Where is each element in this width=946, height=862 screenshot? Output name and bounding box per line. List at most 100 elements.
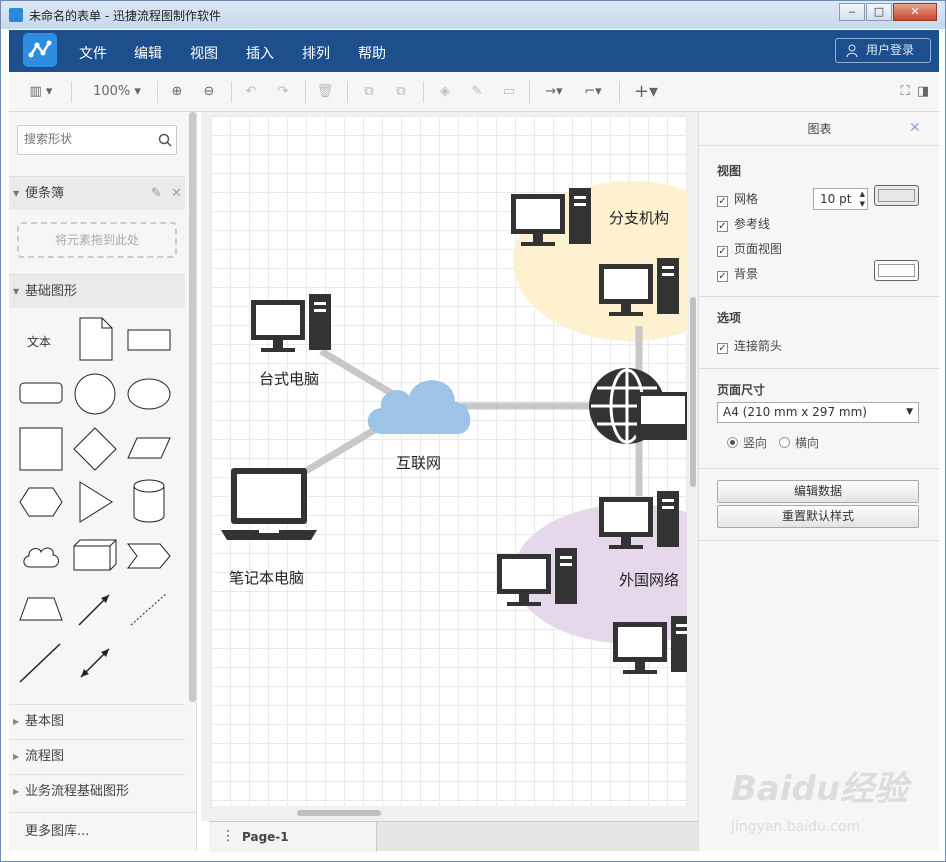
collapse-icon: ▼ <box>13 287 20 296</box>
shape-square[interactable] <box>19 427 63 471</box>
undo-icon[interactable]: ↶ <box>241 82 261 102</box>
landscape-radio[interactable]: 横向 <box>779 434 819 451</box>
shape-step[interactable] <box>127 543 171 569</box>
shape-ellipse[interactable] <box>127 378 171 410</box>
window-title: 未命名的表单 - 迅捷流程图制作软件 <box>29 9 221 23</box>
zoom-select[interactable]: 100% ▾ <box>87 82 147 102</box>
desktop-pc-icon <box>251 294 331 352</box>
label-laptop[interactable]: 笔记本电脑 <box>229 567 304 588</box>
menu-edit[interactable]: 编辑 <box>134 43 162 63</box>
shape-document[interactable] <box>79 317 113 361</box>
background-checkbox[interactable]: ✓ 背景 <box>717 265 758 282</box>
to-back-icon[interactable]: ⧉ <box>391 82 411 102</box>
library-basic[interactable]: ▶ 基本图 <box>9 704 185 739</box>
shape-cylinder[interactable] <box>133 479 165 523</box>
shape-circle[interactable] <box>73 372 117 416</box>
page-view-checkbox[interactable]: ✓ 页面视图 <box>717 240 782 257</box>
label-desktop[interactable]: 台式电脑 <box>259 368 319 389</box>
redo-icon[interactable]: ↷ <box>273 82 293 102</box>
menu-view[interactable]: 视图 <box>190 43 218 63</box>
menu-file[interactable]: 文件 <box>79 43 107 63</box>
minimize-button[interactable]: ‒ <box>839 3 865 21</box>
close-icon[interactable]: ✕ <box>909 120 921 136</box>
fill-color-icon[interactable]: ◈ <box>435 82 455 102</box>
shape-search[interactable] <box>17 125 177 155</box>
layout-panel-icon[interactable]: ▥ ▾ <box>23 82 59 102</box>
edit-icon[interactable]: ✎ <box>151 177 162 210</box>
watermark-url: jingyan.baidu.com <box>731 819 861 835</box>
shape-dotted-line[interactable] <box>129 591 169 627</box>
shape-bidirectional-arrow[interactable] <box>77 645 113 681</box>
login-button[interactable]: 用户登录 <box>835 38 931 63</box>
shape-arrow[interactable] <box>77 591 113 627</box>
insert-plus-icon[interactable]: +▾ <box>629 82 663 102</box>
format-panel-icon[interactable]: ◨ <box>915 82 931 102</box>
page-view-label: 页面视图 <box>734 242 783 256</box>
search-input[interactable] <box>24 132 149 146</box>
page-tab[interactable]: ⋮ Page-1 <box>209 822 377 852</box>
shape-triangle[interactable] <box>79 481 113 523</box>
menu-help[interactable]: 帮助 <box>358 43 386 63</box>
label-branch[interactable]: 分支机构 <box>609 207 669 228</box>
label-internet[interactable]: 互联网 <box>396 452 441 473</box>
close-icon[interactable]: ✕ <box>171 177 182 210</box>
maximize-button[interactable]: □ <box>866 3 892 21</box>
shape-diamond[interactable] <box>73 427 117 471</box>
menu-insert[interactable]: 插入 <box>246 43 274 63</box>
search-icon[interactable] <box>158 133 172 147</box>
shape-hexagon[interactable] <box>19 487 63 517</box>
app-icon <box>9 8 23 22</box>
chevron-down-icon: ▼ <box>906 407 913 417</box>
fullscreen-icon[interactable]: ⛶ <box>897 82 913 102</box>
shape-rounded-rectangle[interactable] <box>19 382 63 404</box>
diagram-canvas[interactable]: 台式电脑 笔记本电脑 互联网 分支机构 外国网络 <box>211 116 687 806</box>
background-color-picker[interactable] <box>874 260 919 281</box>
canvas-vertical-scrollbar[interactable] <box>690 297 696 487</box>
zoom-out-icon[interactable]: ⊖ <box>199 82 219 102</box>
connector-style-icon[interactable]: →▾ <box>539 82 569 102</box>
drop-zone[interactable]: 将元素拖到此处 <box>17 222 177 258</box>
shape-text[interactable]: 文本 <box>27 333 51 350</box>
line-color-icon[interactable]: ✎ <box>467 82 487 102</box>
page-size-value: A4 (210 mm x 297 mm) <box>723 405 867 419</box>
close-button[interactable]: ✕ <box>893 3 937 21</box>
grid-checkbox[interactable]: ✓ 网格 <box>717 190 758 207</box>
page-size-section-title: 页面尺寸 <box>717 383 766 397</box>
shape-line[interactable] <box>19 643 61 683</box>
shadow-icon[interactable]: ▭ <box>499 82 519 102</box>
shape-palette: 文本 <box>9 307 185 707</box>
basic-shapes-title: 基础图形 <box>25 284 78 299</box>
shape-parallelogram[interactable] <box>127 437 171 459</box>
shape-sidebar: ▼ 便条簿 ✎ ✕ 将元素拖到此处 ▼ 基础图形 文本 <box>9 112 197 851</box>
shape-rectangle[interactable] <box>127 329 171 351</box>
grid-size-value: 10 pt <box>820 192 852 206</box>
to-front-icon[interactable]: ⧉ <box>359 82 379 102</box>
sidebar-scrollbar[interactable] <box>189 112 196 702</box>
delete-icon[interactable]: 🗑 <box>315 82 335 102</box>
reset-style-button[interactable]: 重置默认样式 <box>717 505 919 528</box>
menu-arrange[interactable]: 排列 <box>302 43 330 63</box>
foreign-pc-3-icon <box>613 616 687 674</box>
zoom-in-icon[interactable]: ⊕ <box>167 82 187 102</box>
library-business[interactable]: ▶ 业务流程基础图形 <box>9 774 185 809</box>
zoom-value: 100% <box>93 84 131 99</box>
guides-checkbox[interactable]: ✓ 参考线 <box>717 215 770 232</box>
shape-cube[interactable] <box>73 539 117 571</box>
menu-bar: 文件 编辑 视图 插入 排列 帮助 用户登录 <box>9 30 939 72</box>
connect-arrows-checkbox[interactable]: ✓ 连接箭头 <box>717 337 782 354</box>
waypoint-icon[interactable]: ⌐▾ <box>577 82 609 102</box>
canvas-horizontal-scrollbar[interactable] <box>297 810 381 816</box>
more-libraries-link[interactable]: 更多图库... <box>9 812 197 851</box>
edit-data-button[interactable]: 编辑数据 <box>717 480 919 503</box>
page-size-select[interactable]: A4 (210 mm x 297 mm) ▼ <box>717 402 919 423</box>
library-flowchart[interactable]: ▶ 流程图 <box>9 739 185 774</box>
page-menu-icon[interactable]: ⋮ <box>221 828 235 844</box>
shape-trapezoid[interactable] <box>19 597 63 621</box>
basic-shapes-header[interactable]: ▼ 基础图形 <box>9 274 185 308</box>
grid-color-picker[interactable] <box>874 185 919 206</box>
shape-cloud[interactable] <box>21 543 61 569</box>
label-foreign[interactable]: 外国网络 <box>619 569 679 590</box>
portrait-radio[interactable]: 竖向 <box>727 434 767 451</box>
grid-size-input[interactable]: 10 pt ▲ ▼ <box>813 188 868 210</box>
sticky-header[interactable]: ▼ 便条簿 ✎ ✕ <box>9 176 185 210</box>
